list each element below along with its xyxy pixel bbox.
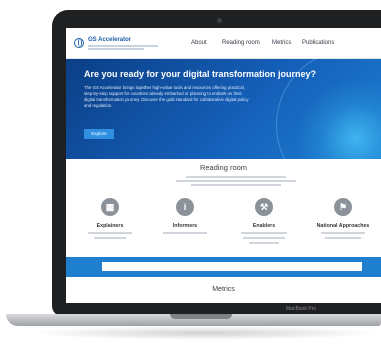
card-title: Explainers (96, 223, 124, 229)
card-description (243, 237, 285, 239)
logo-title[interactable]: GS Accelerator (88, 37, 131, 43)
nav-about[interactable]: About (191, 40, 207, 46)
device-brand: MacBook Pro (286, 306, 317, 312)
reading-room-description (176, 180, 296, 182)
search-input[interactable] (102, 262, 362, 271)
card-enablers[interactable]: ⚒ Enablers (234, 198, 294, 244)
reading-room-description (191, 184, 281, 186)
tools-icon: ⚒ (255, 198, 273, 216)
site-header: GS Accelerator About Reading room Metric… (66, 28, 381, 59)
laptop-shadow (30, 326, 380, 340)
logo-tagline (88, 48, 144, 50)
card-description (249, 242, 279, 244)
hero-title: Are you ready for your digital transform… (84, 69, 317, 79)
book-icon: ▦ (101, 198, 119, 216)
nav-publications[interactable]: Publications (302, 40, 334, 46)
laptop-screen: GS Accelerator About Reading room Metric… (66, 28, 381, 303)
card-title: Enablers (252, 223, 276, 229)
search-band (66, 257, 381, 277)
card-national-approaches[interactable]: ⚑ National Approaches (313, 198, 373, 239)
reading-room-title: Reading room (199, 163, 248, 172)
card-informers[interactable]: i Informers (155, 198, 215, 234)
card-description (321, 232, 365, 234)
logo-tagline (88, 45, 158, 47)
nav-reading-room[interactable]: Reading room (222, 40, 260, 46)
nav-metrics[interactable]: Metrics (272, 40, 291, 46)
explore-button[interactable]: Explore (84, 129, 114, 139)
card-description (325, 237, 361, 239)
laptop-notch (170, 314, 232, 319)
camera (217, 18, 222, 23)
card-description (94, 237, 126, 239)
card-description (241, 232, 287, 234)
hero-description: The GS Accelerator brings together high-… (84, 85, 249, 108)
globe-icon[interactable] (74, 38, 84, 48)
metrics-title: Metrics (212, 286, 235, 293)
card-title: Informers (172, 223, 198, 229)
reading-room-description (186, 176, 286, 178)
card-description (88, 232, 132, 234)
info-icon: i (176, 198, 194, 216)
hero-banner: Are you ready for your digital transform… (66, 59, 381, 159)
card-title: National Approaches (316, 223, 370, 229)
card-explainers[interactable]: ▦ Explainers (80, 198, 140, 239)
flag-icon: ⚑ (334, 198, 352, 216)
card-description (163, 232, 207, 234)
